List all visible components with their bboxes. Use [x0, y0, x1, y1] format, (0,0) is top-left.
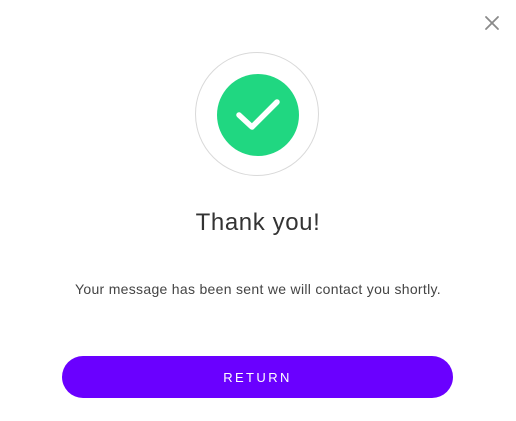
- success-badge: [217, 74, 299, 156]
- success-dialog: Thank you! Your message has been sent we…: [0, 0, 516, 421]
- return-button[interactable]: RETURN: [62, 356, 453, 398]
- dialog-message: Your message has been sent we will conta…: [75, 281, 441, 297]
- close-button[interactable]: [482, 13, 502, 33]
- close-icon[interactable]: [484, 15, 500, 31]
- dialog-title: Thank you!: [195, 209, 321, 236]
- checkmark-icon: [236, 99, 280, 130]
